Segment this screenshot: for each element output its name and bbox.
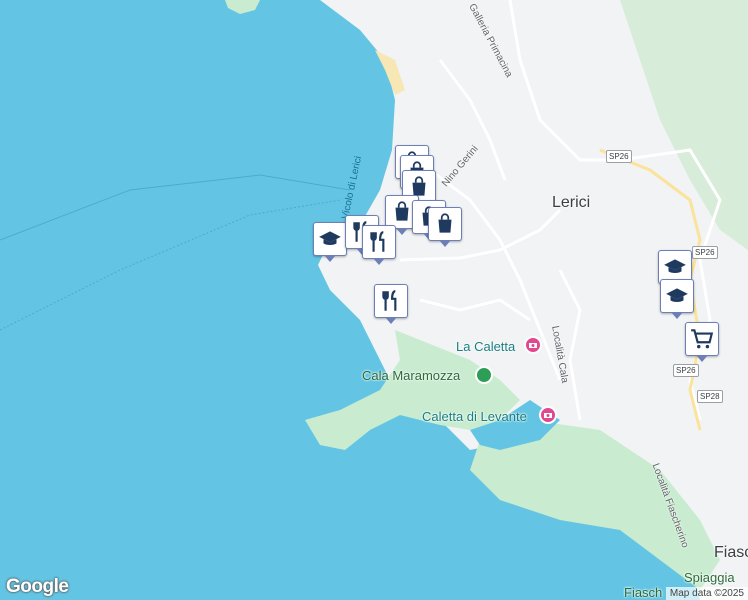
town-label-fiascherino: Fiasc — [714, 544, 748, 561]
road-shield-sp26: SP26 — [692, 246, 718, 259]
town-label-lerici: Lerici — [552, 194, 591, 211]
map-marker-school[interactable] — [660, 279, 694, 319]
camera-icon[interactable] — [524, 336, 542, 354]
map-marker-grocery[interactable] — [685, 322, 719, 362]
road-shield-sp26: SP26 — [673, 364, 699, 377]
poi-label-caletta-levante[interactable]: Caletta di Levante — [422, 409, 527, 424]
map-marker-school[interactable] — [313, 222, 347, 262]
restaurant-icon — [370, 231, 385, 252]
school-icon — [666, 288, 688, 302]
road-shield-sp26: SP26 — [606, 150, 632, 163]
poi-label-la-caletta[interactable]: La Caletta — [456, 339, 515, 354]
beach-label-2: Fiasch — [624, 585, 663, 600]
beach-label-1: Spiaggia — [684, 570, 735, 585]
restaurant-icon — [382, 290, 397, 311]
map-attribution[interactable]: Map data ©2025 — [665, 587, 748, 600]
camera-icon[interactable] — [539, 406, 557, 424]
ferry-route — [0, 199, 341, 331]
map-marker-restaurant[interactable] — [362, 225, 396, 265]
shopping-cart-icon — [691, 329, 714, 349]
poi-label-cala-maramozza[interactable]: Cala Maramozza — [362, 368, 460, 383]
map-marker-restaurant[interactable] — [374, 284, 408, 324]
park-icon[interactable] — [475, 366, 493, 384]
map-marker-shop[interactable] — [428, 207, 462, 247]
school-icon — [664, 259, 686, 273]
google-logo: Google — [6, 576, 69, 597]
school-icon — [319, 231, 341, 245]
islet — [225, 0, 260, 14]
road-shield-sp28: SP28 — [697, 390, 723, 403]
ferry-route-2 — [0, 174, 351, 241]
shopping-bag-icon — [438, 213, 452, 233]
